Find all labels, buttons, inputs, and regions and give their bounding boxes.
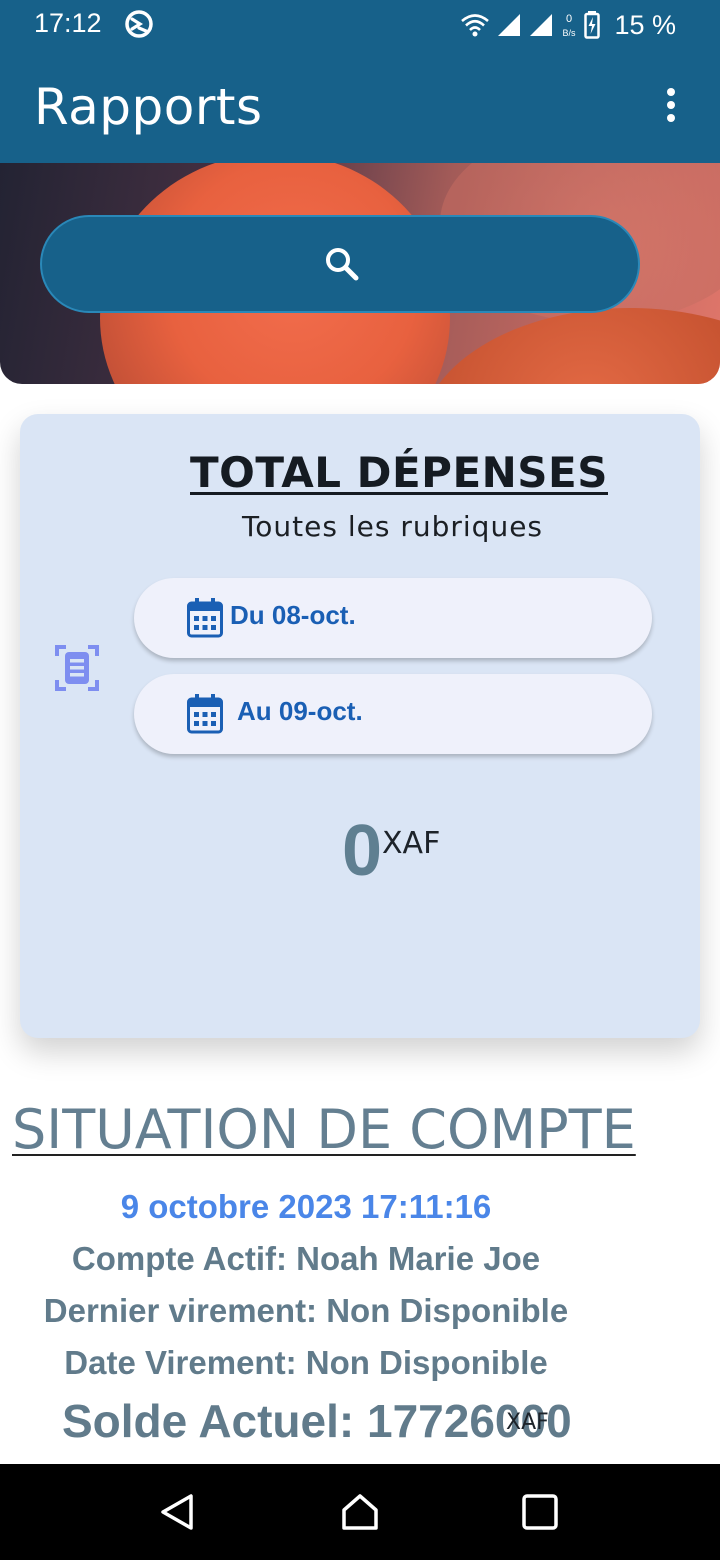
search-button[interactable] (40, 215, 640, 313)
search-icon (326, 248, 359, 281)
card-title: TOTAL DÉPENSES (190, 448, 608, 497)
status-time: 17:12 (34, 8, 102, 38)
more-vert-icon[interactable] (656, 88, 686, 128)
calendar-icon (187, 598, 223, 638)
section-title: SITUATION DE COMPTE (12, 1098, 636, 1161)
home-icon[interactable] (340, 1492, 380, 1532)
svg-text:0: 0 (566, 13, 572, 25)
system-nav-bar (0, 1464, 720, 1560)
last-transfer: Dernier virement: Non Disponible (43, 1292, 569, 1329)
recent-apps-icon[interactable] (520, 1492, 560, 1532)
document-scan-icon[interactable] (54, 644, 100, 692)
decorative-shape (420, 308, 720, 384)
signal-icon (498, 14, 521, 36)
battery-charging-icon (584, 11, 601, 39)
network-speed-icon: 0 B/s (563, 13, 577, 38)
svg-text:B/s: B/s (563, 28, 577, 38)
app-bar: Rapports (0, 52, 720, 163)
card-subtitle: Toutes les rubriques (241, 510, 544, 543)
app-notification-icon (125, 10, 153, 38)
battery-percentage: 15 % (614, 9, 676, 40)
active-account: Compte Actif: Noah Marie Joe (71, 1240, 541, 1277)
end-date-label: Au 09-oct. (237, 696, 363, 726)
signal-icon (530, 14, 553, 36)
status-bar: 17:12 0 B/s 15 % (0, 0, 720, 52)
current-balance: Solde Actuel: 17726000 (62, 1395, 572, 1447)
wifi-icon (461, 14, 490, 37)
status-icons: 0 B/s 15 % (460, 8, 676, 42)
situation-date: 9 octobre 2023 17:11:16 (120, 1188, 492, 1225)
page-title: Rapports (34, 78, 263, 136)
end-date-button[interactable]: Au 09-oct. (134, 674, 652, 754)
amount-value: 0 (342, 811, 383, 891)
calendar-icon (187, 694, 223, 734)
back-icon[interactable] (158, 1492, 198, 1532)
start-date-button[interactable]: Du 08-oct. (134, 578, 652, 658)
transfer-date: Date Virement: Non Disponible (64, 1344, 548, 1381)
balance-currency: XAF (506, 1410, 549, 1435)
amount-currency: XAF (382, 826, 441, 861)
start-date-label: Du 08-oct. (230, 600, 356, 630)
expenses-card: TOTAL DÉPENSES Toutes les rubriques Du 0… (20, 414, 700, 1038)
